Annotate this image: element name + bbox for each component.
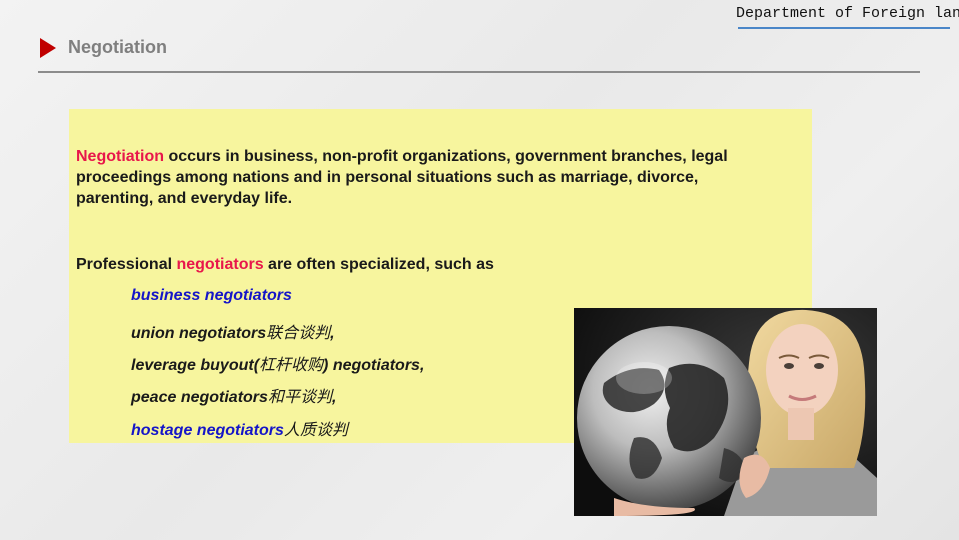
list-item-en: business negotiators [131,287,292,304]
term-negotiators: negotiators [176,256,264,273]
department-underline [738,27,950,29]
paragraph-professional-pre: Professional [76,256,177,273]
list-item-leverage: leverage buyout(杠杆收购) negotiators, [131,351,424,375]
list-item-en: union negotiators [131,325,267,342]
title-triangle-icon [40,38,56,58]
paragraph-negotiation: Negotiation occurs in business, non-prof… [76,146,776,209]
paragraph-negotiation-text: occurs in business, non-profit organizat… [76,148,728,207]
list-item-cn: 联合谈判 [266,323,331,342]
photo-woman-holding-globe [574,308,877,516]
paragraph-professional-post: are often specialized, such as [263,256,494,273]
list-item-en: peace negotiators [131,389,268,406]
list-item-en: leverage buyout( [131,357,260,374]
list-item-peace: peace negotiators和平谈判, [131,383,336,407]
list-item-cn: 和平谈判 [267,387,332,406]
globe-photo-illustration [574,308,877,516]
list-item-en: hostage negotiators [131,422,284,439]
list-item-hostage: hostage negotiators人质谈判 [131,416,348,440]
list-item-business: business negotiators [131,287,292,305]
list-item-cn: 杠杆收购 [259,355,324,374]
list-item-union: union negotiators联合谈判, [131,319,335,343]
list-item-tail: ) negotiators, [323,357,425,374]
term-negotiation: Negotiation [76,148,164,165]
list-item-cn: 人质谈判 [283,420,348,439]
slide-title: Negotiation [68,37,167,57]
title-divider [38,71,920,73]
department-label: Department of Foreign lan [736,5,959,22]
list-item-tail: , [331,389,337,406]
paragraph-professional: Professional negotiators are often speci… [76,254,776,275]
list-item-tail: , [330,325,335,342]
